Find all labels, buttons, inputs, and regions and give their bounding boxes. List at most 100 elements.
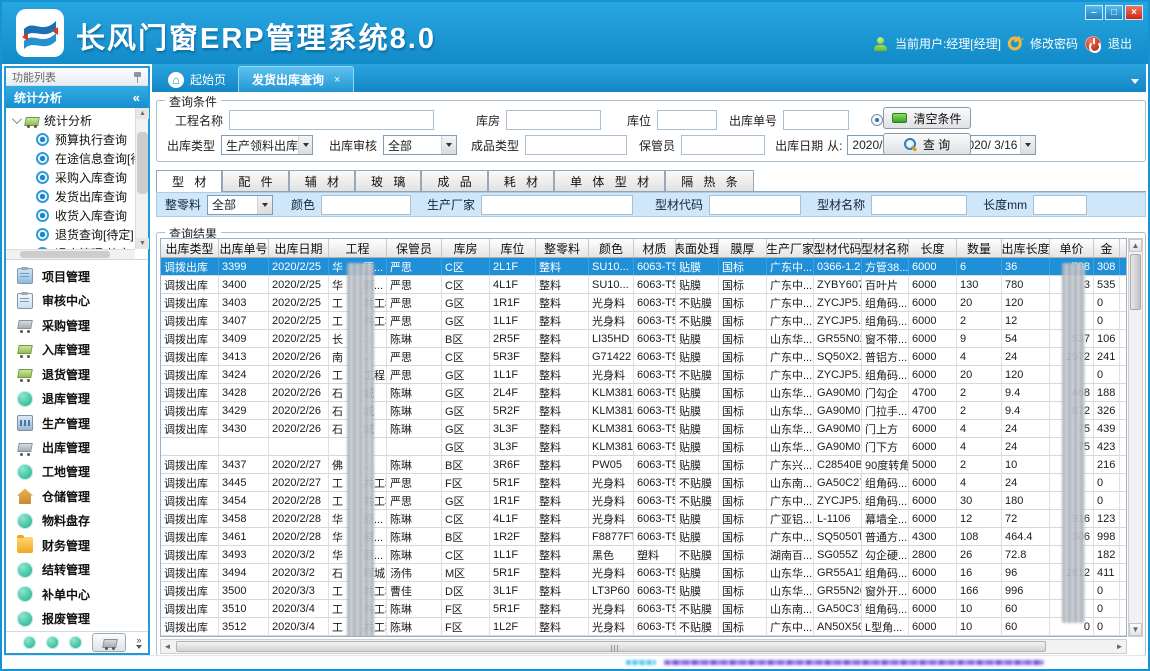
quick-dot-icon[interactable] bbox=[46, 636, 59, 649]
tree-vertical-scrollbar[interactable]: ▲ ▼ bbox=[135, 108, 148, 249]
table-row[interactable]: 调拨出库34132020/2/26南...严思C区5R3F整料G71422606… bbox=[161, 348, 1126, 366]
sidebar-item-12[interactable]: 结转管理 bbox=[6, 558, 148, 582]
sidebar-item-13[interactable]: 补单中心 bbox=[6, 582, 148, 606]
chevron-down-icon[interactable] bbox=[441, 136, 456, 154]
column-header-5[interactable]: 库房 bbox=[442, 239, 490, 257]
tree-item-1[interactable]: 在途信息查询[待定] bbox=[6, 149, 135, 168]
chevron-down-icon[interactable] bbox=[136, 645, 142, 649]
tab-home[interactable]: 起始页 bbox=[156, 67, 238, 92]
column-header-4[interactable]: 保管员 bbox=[387, 239, 442, 257]
sidebar-item-5[interactable]: 退库管理 bbox=[6, 386, 148, 410]
tab-shipment-query[interactable]: 发货出库查询 × bbox=[238, 66, 354, 92]
table-row[interactable]: 调拨出库34372020/2/27佛...陈琳B区3R6F整料PW056063-… bbox=[161, 456, 1126, 474]
quick-dot-icon[interactable] bbox=[69, 636, 82, 649]
table-row[interactable]: 调拨出库33992020/2/25华原...严思C区2L1F整料SU10...6… bbox=[161, 258, 1126, 276]
table-row[interactable]: 调拨出库35102020/3/4工共工程陈琳F区5R1F整料光身料6063-T5… bbox=[161, 600, 1126, 618]
order-no-input[interactable] bbox=[783, 110, 849, 130]
scroll-down-icon[interactable]: ▼ bbox=[1129, 623, 1142, 636]
chevron-down-icon[interactable] bbox=[257, 196, 272, 214]
tab-list-caret-icon[interactable] bbox=[1131, 79, 1139, 84]
table-row[interactable]: 调拨出库35002020/3/3工共工程曹佳D区3L1F整料LT3P606063… bbox=[161, 582, 1126, 600]
out-type-select[interactable]: 生产领料出库 bbox=[221, 135, 313, 155]
table-row[interactable]: 调拨出库34242020/2/26工工程严思G区1L1F整料光身料6063-T5… bbox=[161, 366, 1126, 384]
tree-item-4[interactable]: 收货入库查询 bbox=[6, 206, 135, 225]
column-header-17[interactable]: 出库长度 bbox=[1002, 239, 1050, 257]
material-tab-0[interactable]: 型 材 bbox=[156, 170, 222, 192]
room-input[interactable] bbox=[506, 110, 601, 130]
name-input[interactable] bbox=[871, 195, 967, 215]
table-row[interactable]: 调拨出库34302020/2/26石城陈琳G区3L3F整料KLM38176063… bbox=[161, 420, 1126, 438]
clear-conditions-button[interactable]: 清空条件 bbox=[883, 107, 971, 129]
column-header-12[interactable]: 生产厂家 bbox=[767, 239, 814, 257]
column-header-14[interactable]: 型材名称 bbox=[862, 239, 909, 257]
sidebar-item-9[interactable]: 仓储管理 bbox=[6, 484, 148, 508]
maker-input[interactable] bbox=[481, 195, 633, 215]
keeper-input[interactable] bbox=[681, 135, 765, 155]
table-vertical-scrollbar[interactable]: ▲ ▼ bbox=[1128, 238, 1143, 637]
project-name-input[interactable] bbox=[229, 110, 434, 130]
table-row[interactable]: 调拨出库34002020/2/25华原...严思C区4L1F整料SU10...6… bbox=[161, 276, 1126, 294]
column-header-11[interactable]: 膜厚 bbox=[719, 239, 767, 257]
scroll-thumb[interactable] bbox=[1130, 254, 1141, 310]
chevron-down-icon[interactable] bbox=[1020, 136, 1035, 154]
scroll-left-icon[interactable]: ◄ bbox=[161, 640, 174, 653]
table-row[interactable]: 调拨出库34092020/2/25长...陈琳B区2R5F整料LI35HD606… bbox=[161, 330, 1126, 348]
collapse-icon[interactable]: « bbox=[133, 90, 140, 105]
more-icon[interactable]: » bbox=[136, 636, 141, 645]
sidebar-item-0[interactable]: 项目管理 bbox=[6, 264, 148, 288]
code-input[interactable] bbox=[709, 195, 801, 215]
table-row[interactable]: 调拨出库34032020/2/25工共工程严思G区1R1F整料光身料6063-T… bbox=[161, 294, 1126, 312]
column-header-6[interactable]: 库位 bbox=[490, 239, 536, 257]
sidebar-item-7[interactable]: 出库管理 bbox=[6, 435, 148, 459]
material-tab-1[interactable]: 配 件 bbox=[222, 170, 288, 191]
quick-dot-icon[interactable] bbox=[23, 636, 36, 649]
column-header-10[interactable]: 表面处理 bbox=[676, 239, 719, 257]
scroll-thumb[interactable] bbox=[20, 251, 110, 258]
tree-horizontal-scrollbar[interactable] bbox=[6, 249, 135, 259]
table-row[interactable]: 调拨出库34452020/2/27工共工程严思F区5R1F整料光身料6063-T… bbox=[161, 474, 1126, 492]
loc-input[interactable] bbox=[657, 110, 717, 130]
material-tab-3[interactable]: 玻 璃 bbox=[355, 170, 421, 191]
maximize-button[interactable]: □ bbox=[1105, 5, 1123, 20]
table-horizontal-scrollbar[interactable]: ◄ ► bbox=[160, 639, 1127, 654]
tree-item-3[interactable]: 发货出库查询 bbox=[6, 187, 135, 206]
tree-item-5[interactable]: 退货查询[待定] bbox=[6, 225, 135, 244]
table-row[interactable]: G区3L3F整料KLM38176063-T5贴膜国标山东华...GA90M09.… bbox=[161, 438, 1126, 456]
tree-item-2[interactable]: 采购入库查询 bbox=[6, 168, 135, 187]
close-button[interactable]: × bbox=[1125, 5, 1143, 20]
material-tab-5[interactable]: 耗 材 bbox=[488, 170, 554, 191]
minimize-button[interactable]: – bbox=[1085, 5, 1103, 20]
length-input[interactable] bbox=[1033, 195, 1087, 215]
color-input[interactable] bbox=[321, 195, 411, 215]
radio-gongzhuang[interactable] bbox=[871, 114, 883, 126]
table-row[interactable]: 调拨出库34542020/2/28工共工程严思G区1R1F整料光身料6063-T… bbox=[161, 492, 1126, 510]
sidebar-item-10[interactable]: 物料盘存 bbox=[6, 509, 148, 533]
logout-link[interactable]: 退出 bbox=[1108, 35, 1132, 52]
sidebar-item-1[interactable]: 审核中心 bbox=[6, 288, 148, 312]
table-row[interactable]: 调拨出库35122020/3/4工共工程陈琳F区1L2F整料光身料6063-T5… bbox=[161, 618, 1126, 636]
tree-item-0[interactable]: 预算执行查询 bbox=[6, 130, 135, 149]
sidebar-section-header[interactable]: 统计分析 « bbox=[6, 86, 148, 108]
cart-button[interactable] bbox=[92, 633, 126, 652]
search-button[interactable]: 查 询 bbox=[883, 133, 971, 155]
column-header-18[interactable]: 单价 bbox=[1050, 239, 1094, 257]
column-header-9[interactable]: 材质 bbox=[634, 239, 676, 257]
product-type-input[interactable] bbox=[525, 135, 627, 155]
scroll-up-icon[interactable]: ▲ bbox=[1129, 239, 1142, 252]
scroll-down-icon[interactable]: ▼ bbox=[136, 238, 149, 249]
scroll-right-icon[interactable]: ► bbox=[1113, 640, 1126, 653]
chevron-down-icon[interactable] bbox=[298, 136, 312, 154]
expand-icon[interactable] bbox=[12, 114, 22, 124]
close-tab-icon[interactable]: × bbox=[334, 74, 340, 86]
column-header-0[interactable]: 出库类型 bbox=[161, 239, 219, 257]
column-header-2[interactable]: 出库日期 bbox=[269, 239, 329, 257]
column-header-1[interactable]: 出库单号 bbox=[219, 239, 269, 257]
whole-select[interactable]: 全部 bbox=[207, 195, 273, 215]
change-password-link[interactable]: 修改密码 bbox=[1030, 35, 1078, 52]
table-row[interactable]: 调拨出库34942020/3/2石辉城汤伟M区5R1F整料光身料6063-T5贴… bbox=[161, 564, 1126, 582]
column-header-15[interactable]: 长度 bbox=[909, 239, 957, 257]
scroll-thumb[interactable] bbox=[176, 641, 1046, 652]
column-header-8[interactable]: 颜色 bbox=[589, 239, 634, 257]
scroll-up-icon[interactable]: ▲ bbox=[136, 108, 149, 119]
sidebar-item-3[interactable]: 入库管理 bbox=[6, 337, 148, 361]
